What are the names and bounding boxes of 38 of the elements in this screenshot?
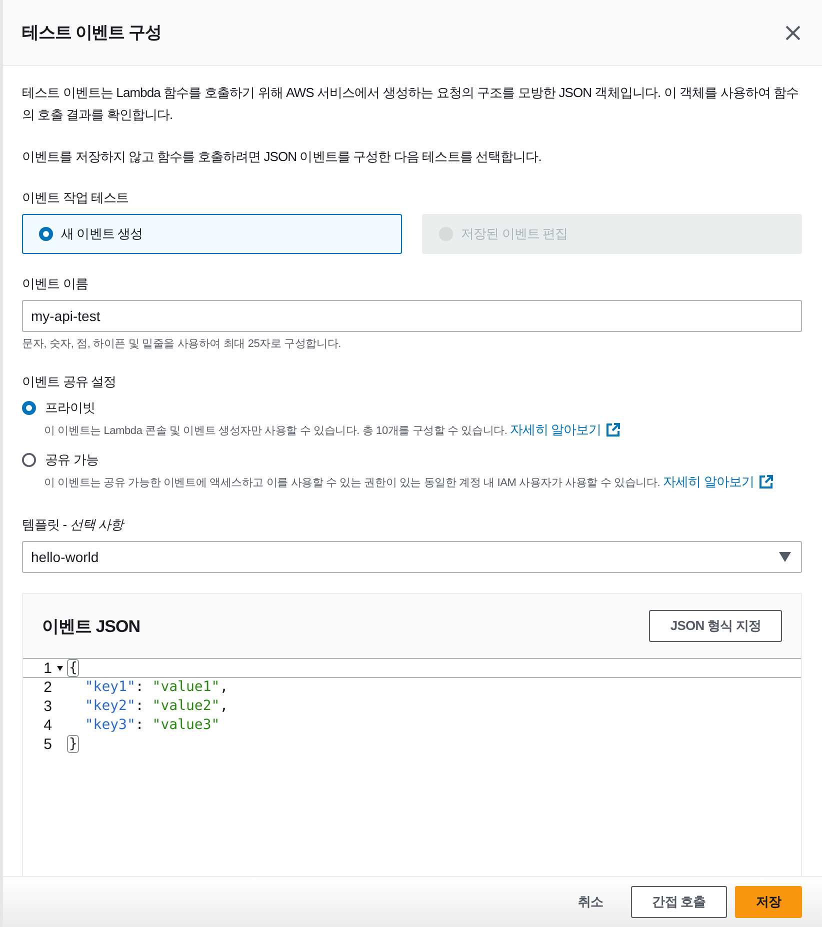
footer-button[interactable]: 저장 — [734, 886, 802, 918]
line-number: 5 — [42, 736, 52, 752]
format-json-button[interactable]: JSON 형식 지정 — [649, 610, 782, 642]
radio-option[interactable]: 프라이빗 — [22, 398, 96, 418]
event-name-input[interactable]: my-api-test — [22, 300, 802, 332]
panel-title: 이벤트 JSON — [42, 616, 140, 638]
line-number: 4 — [42, 716, 52, 734]
line-number: 3 — [42, 698, 52, 714]
external-link-icon — [758, 475, 773, 489]
radio-tile[interactable]: 새 이벤트 생성 — [22, 214, 402, 254]
learn-more-link[interactable]: 자세히 알아보기 — [662, 474, 773, 490]
description-text: 이벤트를 저장하지 않고 함수를 호출하려면 JSON 이벤트를 구성한 다음 테스트를 선택합니다. — [22, 148, 542, 166]
field-label: 이벤트 이름 — [22, 275, 88, 293]
line-number: 2 — [42, 678, 52, 696]
close-button[interactable] — [785, 24, 801, 40]
code-line: "key2": "value2", — [84, 698, 228, 714]
field-label: 이벤트 작업 테스트 — [22, 189, 129, 207]
template-select[interactable]: hello-world — [22, 541, 802, 573]
code-line: } — [68, 736, 78, 752]
external-link-icon — [606, 423, 620, 437]
caret-down-icon — [779, 552, 791, 562]
description-text: 테스트 이벤트는 Lambda 함수를 호출하기 위해 AWS 서비스에서 생성하는 요청의 구조를 모방한 JSON 객체입니다. 이 객체를 사용하여 함수의 호출 결과를 확인합니다. — [22, 84, 800, 124]
option-description: 이 이벤트는 공유 가능한 이벤트에 액세스하고 이를 사용할 수 있는 권한이 있는 동일한 계정 내 IAM 사용자가 사용할 수 있습니다. 자세히 알아보기 — [44, 474, 773, 491]
learn-more-link[interactable]: 자세히 알아보기 — [510, 422, 620, 438]
fold-caret-icon[interactable] — [57, 666, 63, 670]
radio-option[interactable]: 공유 가능 — [22, 450, 98, 470]
dialog-title: 테스트 이벤트 구성 — [22, 22, 162, 44]
line-number: 1 — [42, 660, 52, 676]
code-line: { — [68, 660, 78, 676]
code-line: "key3": "value3" — [84, 716, 220, 734]
code-line: "key1": "value1", — [84, 678, 228, 696]
field-label: 템플릿 - 선택 사항 — [22, 516, 124, 534]
field-hint: 문자, 숫자, 점, 하이픈 및 밑줄을 사용하여 최대 25자로 구성합니다. — [22, 337, 341, 352]
field-label: 이벤트 공유 설정 — [22, 373, 116, 391]
option-description: 이 이벤트는 Lambda 콘솔 및 이벤트 생성자만 사용할 수 있습니다. 총 10개를 구성할 수 있습니다. 자세히 알아보기 — [44, 422, 620, 439]
cancel-link[interactable]: 취소 — [558, 886, 624, 918]
close-icon — [785, 24, 801, 40]
footer-button[interactable]: 간접 호출 — [631, 886, 727, 918]
